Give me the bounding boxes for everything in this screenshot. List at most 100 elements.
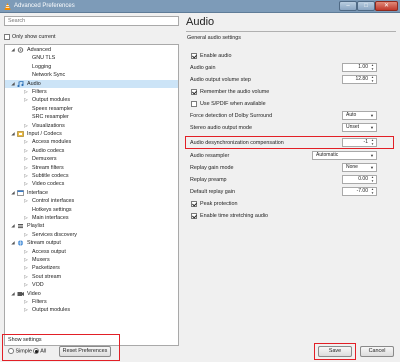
- tree-item-filters[interactable]: ▷ Filters: [5, 298, 178, 306]
- preferences-tree[interactable]: ◢ Advanced GNU TLS Logging Network Sync ◢ Audi…: [4, 44, 179, 346]
- collapsed-arrow-icon[interactable]: ▷: [23, 155, 29, 163]
- dolby-label: Force detection of Dolby Surround: [190, 113, 273, 119]
- spin-arrows-icon[interactable]: ▲ ▼: [370, 138, 375, 146]
- time-stretch-option[interactable]: Enable time stretching audio: [191, 212, 268, 220]
- radio-all-option[interactable]: All: [33, 348, 46, 354]
- search-input[interactable]: [4, 16, 179, 26]
- collapsed-arrow-icon[interactable]: ▷: [23, 122, 29, 130]
- spin-arrows-icon[interactable]: ▲ ▼: [370, 187, 375, 195]
- save-button[interactable]: Save: [318, 346, 352, 357]
- tree-item-sout-stream[interactable]: ▷ Sout stream: [5, 273, 178, 281]
- tree-item-gnu-tls[interactable]: GNU TLS: [5, 54, 178, 62]
- collapsed-arrow-icon[interactable]: ▷: [23, 197, 29, 205]
- tree-item-subtitle-codecs[interactable]: ▷ Subtitle codecs: [5, 172, 178, 180]
- dolby-dropdown[interactable]: Auto ▼: [342, 111, 377, 120]
- tree-item-output-modules[interactable]: ▷ Output modules: [5, 96, 178, 104]
- collapsed-arrow-icon[interactable]: ▷: [23, 281, 29, 289]
- tree-item-packetizers[interactable]: ▷ Packetizers: [5, 264, 178, 272]
- stereo-mode-dropdown[interactable]: Unset ▼: [342, 123, 377, 132]
- tree-item-label: Control interfaces: [32, 198, 75, 205]
- maximize-button[interactable]: □: [357, 1, 375, 11]
- remember-volume-option[interactable]: Remember the audio volume: [191, 88, 269, 96]
- tree-item-services-discovery[interactable]: ▷ Services discovery: [5, 231, 178, 239]
- tree-item-hotkeys-settings[interactable]: Hotkeys settings: [5, 206, 178, 214]
- radio-simple-option[interactable]: Simple: [8, 348, 32, 354]
- collapsed-arrow-icon[interactable]: ▷: [23, 147, 29, 155]
- tree-item-access-modules[interactable]: ▷ Access modules: [5, 138, 178, 146]
- tree-item-filters[interactable]: ▷ Filters: [5, 88, 178, 96]
- collapsed-arrow-icon[interactable]: ▷: [23, 264, 29, 272]
- spdif-checkbox[interactable]: [191, 100, 197, 107]
- tree-item-output-modules[interactable]: ▷ Output modules: [5, 306, 178, 314]
- expanded-arrow-icon[interactable]: ◢: [10, 46, 16, 54]
- collapsed-arrow-icon[interactable]: ▷: [23, 298, 29, 306]
- tree-item-src-resampler[interactable]: SRC resampler: [5, 113, 178, 121]
- tree-item-vod[interactable]: ▷ VOD: [5, 281, 178, 289]
- collapsed-arrow-icon[interactable]: ▷: [23, 88, 29, 96]
- tree-item-video-codecs[interactable]: ▷ Video codecs: [5, 180, 178, 188]
- tree-item-demuxers[interactable]: ▷ Demuxers: [5, 155, 178, 163]
- radio-simple[interactable]: [8, 348, 14, 354]
- reset-preferences-button[interactable]: Reset Preferences: [59, 346, 111, 357]
- tree-item-speex-resampler[interactable]: Speex resampler: [5, 105, 178, 113]
- radio-all[interactable]: [33, 348, 39, 354]
- tree-item-playlist[interactable]: ◢ Playlist: [5, 222, 178, 230]
- volume-step-spinbox[interactable]: 12.80 ▲ ▼: [342, 75, 377, 84]
- expanded-arrow-icon[interactable]: ◢: [10, 130, 16, 138]
- replay-mode-dropdown[interactable]: None ▼: [342, 163, 377, 172]
- tree-item-muxers[interactable]: ▷ Muxers: [5, 256, 178, 264]
- tree-item-network-sync[interactable]: Network Sync: [5, 71, 178, 79]
- audio-gain-spinbox[interactable]: 1.00 ▲ ▼: [342, 63, 377, 72]
- resampler-dropdown[interactable]: Automatic ▼: [312, 151, 377, 160]
- minimize-button[interactable]: –: [339, 1, 357, 11]
- tree-item-video[interactable]: ◢ Video: [5, 290, 178, 298]
- spin-arrows-icon[interactable]: ▲ ▼: [370, 75, 375, 83]
- peak-protection-option[interactable]: Peak protection: [191, 200, 237, 208]
- expanded-arrow-icon[interactable]: ◢: [10, 189, 16, 197]
- tree-item-audio-codecs[interactable]: ▷ Audio codecs: [5, 147, 178, 155]
- expanded-arrow-icon[interactable]: ◢: [10, 80, 16, 88]
- close-button[interactable]: ✕: [375, 1, 398, 11]
- enable-audio-option[interactable]: Enable audio: [191, 52, 231, 60]
- tree-item-main-interfaces[interactable]: ▷ Main interfaces: [5, 214, 178, 222]
- spin-arrows-icon[interactable]: ▲ ▼: [370, 175, 375, 183]
- collapsed-arrow-icon[interactable]: ▷: [23, 180, 29, 188]
- tree-item-stream-filters[interactable]: ▷ Stream filters: [5, 164, 178, 172]
- only-show-current-option[interactable]: Only show current: [4, 33, 55, 41]
- collapsed-arrow-icon[interactable]: ▷: [23, 164, 29, 172]
- replay-preamp-spinbox[interactable]: 0.00 ▲ ▼: [342, 175, 377, 184]
- tree-item-control-interfaces[interactable]: ▷ Control interfaces: [5, 197, 178, 205]
- collapsed-arrow-icon[interactable]: ▷: [23, 231, 29, 239]
- desync-spinbox[interactable]: -1 ▲ ▼: [342, 138, 377, 147]
- tree-item-label: Visualizations: [32, 122, 65, 129]
- expanded-arrow-icon[interactable]: ◢: [10, 239, 16, 247]
- tree-item-logging[interactable]: Logging: [5, 63, 178, 71]
- remember-volume-checkbox[interactable]: [191, 88, 197, 95]
- spin-arrows-icon[interactable]: ▲ ▼: [370, 63, 375, 71]
- tree-item-advanced[interactable]: ◢ Advanced: [5, 46, 178, 54]
- collapsed-arrow-icon[interactable]: ▷: [23, 214, 29, 222]
- tree-item-audio[interactable]: ◢ Audio: [5, 79, 178, 88]
- expanded-arrow-icon[interactable]: ◢: [10, 290, 16, 298]
- tree-item-input-codecs[interactable]: ◢ Input / Codecs: [5, 130, 178, 138]
- peak-protection-checkbox[interactable]: [191, 200, 197, 207]
- collapsed-arrow-icon[interactable]: ▷: [23, 248, 29, 256]
- spdif-option[interactable]: Use S/PDIF when available: [191, 100, 266, 108]
- tree-item-interface[interactable]: ◢ Interface: [5, 189, 178, 197]
- default-replay-label: Default replay gain: [190, 189, 235, 195]
- default-replay-spinbox[interactable]: -7.00 ▲ ▼: [342, 187, 377, 196]
- time-stretch-checkbox[interactable]: [191, 212, 197, 219]
- cancel-button[interactable]: Cancel: [360, 346, 394, 357]
- collapsed-arrow-icon[interactable]: ▷: [23, 96, 29, 104]
- tree-item-visualizations[interactable]: ▷ Visualizations: [5, 122, 178, 130]
- collapsed-arrow-icon[interactable]: ▷: [23, 306, 29, 314]
- enable-audio-checkbox[interactable]: [191, 52, 197, 59]
- collapsed-arrow-icon[interactable]: ▷: [23, 138, 29, 146]
- collapsed-arrow-icon[interactable]: ▷: [23, 273, 29, 281]
- collapsed-arrow-icon[interactable]: ▷: [23, 172, 29, 180]
- tree-item-stream-output[interactable]: ◢ Stream output: [5, 239, 178, 247]
- tree-item-access-output[interactable]: ▷ Access output: [5, 248, 178, 256]
- only-show-current-checkbox[interactable]: [4, 34, 10, 40]
- collapsed-arrow-icon[interactable]: ▷: [23, 256, 29, 264]
- expanded-arrow-icon[interactable]: ◢: [10, 222, 16, 230]
